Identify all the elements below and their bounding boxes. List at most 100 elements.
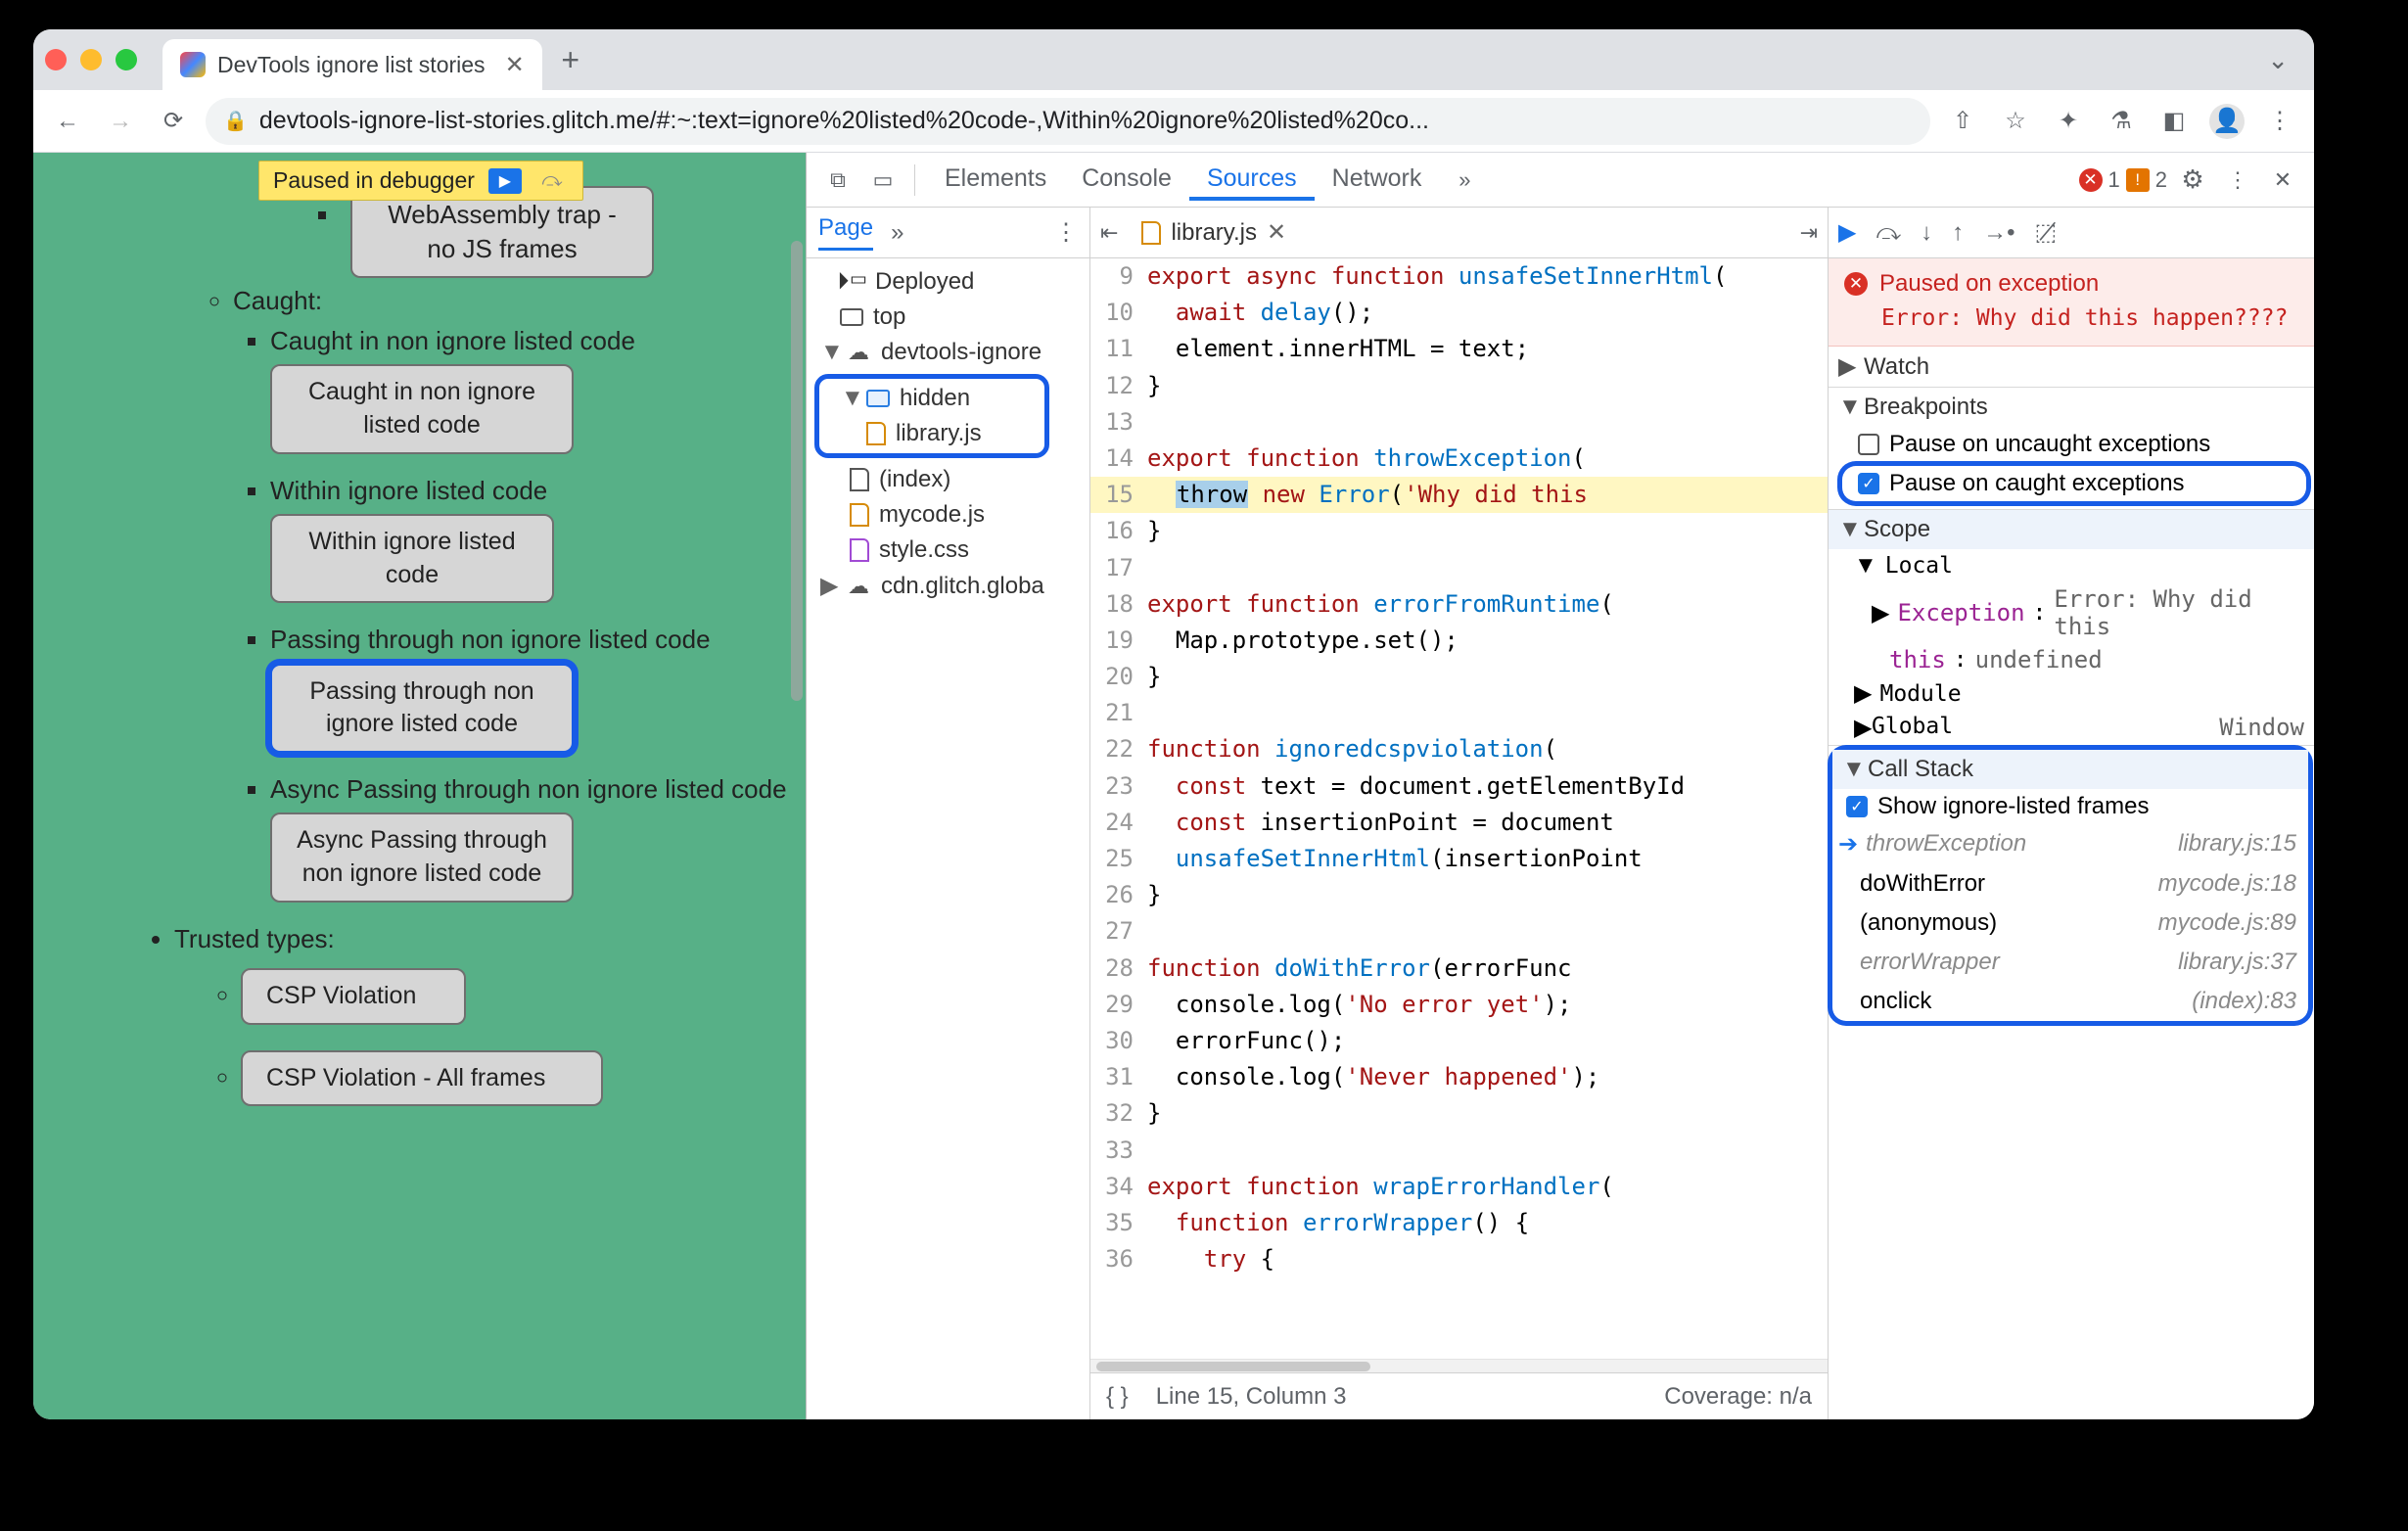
settings-gear-icon[interactable]: ⚙: [2173, 164, 2212, 195]
step-over-button[interactable]: ⤼: [1875, 219, 1901, 247]
pretty-print-icon[interactable]: { }: [1106, 1383, 1129, 1411]
navigator-overflow-icon[interactable]: »: [891, 219, 903, 247]
extensions-icon[interactable]: ✦: [2048, 101, 2089, 142]
maximize-window[interactable]: [116, 49, 137, 70]
tree-style-css[interactable]: style.css: [807, 533, 1089, 568]
close-editor-tab-icon[interactable]: ✕: [1267, 218, 1286, 247]
breakpoints-header[interactable]: ▼Breakpoints: [1829, 388, 2314, 427]
debugger-toolbar: ▶ ⤼ ↓ ↑ →• ⬚̸: [1829, 208, 2314, 258]
button-csp-violation-all[interactable]: CSP Violation - All frames: [241, 1050, 603, 1107]
error-icon: ✕: [1844, 272, 1868, 296]
tree-mycode-js[interactable]: mycode.js: [807, 497, 1089, 533]
new-tab-button[interactable]: +: [552, 42, 589, 78]
close-window[interactable]: [45, 49, 67, 70]
forward-button[interactable]: →: [100, 101, 141, 142]
navigator-menu-icon[interactable]: ⋮: [1054, 218, 1078, 247]
button-caught-nonignore[interactable]: Caught in non ignore listed code: [270, 364, 574, 454]
checkbox-checked[interactable]: ✓: [1846, 796, 1868, 817]
button-passing-through[interactable]: Passing through non ignore listed code: [270, 664, 574, 754]
caught-li-1: Caught in non ignore listed code: [270, 326, 635, 355]
url-text: devtools-ignore-list-stories.glitch.me/#…: [259, 107, 1429, 135]
call-stack-frame[interactable]: onclick(index):83: [1832, 982, 2308, 1021]
back-button[interactable]: ←: [47, 101, 88, 142]
panels-overflow-icon[interactable]: »: [1445, 167, 1484, 193]
window-controls: [45, 49, 137, 70]
cursor-position: Line 15, Column 3: [1156, 1383, 1347, 1411]
tree-library-js[interactable]: library.js: [823, 416, 1041, 451]
error-badge[interactable]: ✕ 1: [2079, 167, 2120, 193]
pause-caught-row[interactable]: ✓ Pause on caught exceptions: [1842, 466, 2306, 501]
step-over-icon[interactable]: ⤼: [535, 168, 569, 194]
call-stack-frame[interactable]: throwExceptionlibrary.js:15: [1832, 824, 2308, 864]
bookmark-icon[interactable]: ☆: [1995, 101, 2036, 142]
tree-index[interactable]: (index): [807, 462, 1089, 497]
button-csp-violation[interactable]: CSP Violation: [241, 968, 466, 1025]
step-into-button[interactable]: ↓: [1921, 219, 1932, 247]
device-toggle-icon[interactable]: ▭: [863, 167, 903, 193]
show-ignored-row[interactable]: ✓ Show ignore-listed frames: [1832, 789, 2308, 824]
paused-label: Paused in debugger: [273, 167, 475, 194]
code-editor[interactable]: 9export async function unsafeSetInnerHtm…: [1090, 258, 1828, 1359]
paused-on-exception-banner: ✕Paused on exception Error: Why did this…: [1829, 258, 2314, 347]
browser-tab[interactable]: DevTools ignore list stories ✕: [162, 39, 542, 90]
browser-toolbar: ← → ⟳ 🔒 devtools-ignore-list-stories.gli…: [33, 90, 2314, 153]
panel-sources[interactable]: Sources: [1189, 159, 1315, 201]
tree-hidden-highlight: ▼hidden library.js: [814, 374, 1049, 458]
resume-icon[interactable]: ▶: [488, 168, 522, 194]
button-within-ignore[interactable]: Within ignore listed code: [270, 514, 554, 604]
address-bar[interactable]: 🔒 devtools-ignore-list-stories.glitch.me…: [206, 98, 1930, 145]
call-stack-frame[interactable]: errorWrapperlibrary.js:37: [1832, 943, 2308, 982]
pause-uncaught-row[interactable]: Pause on uncaught exceptions: [1829, 427, 2314, 462]
resume-button[interactable]: ▶: [1838, 218, 1856, 247]
warning-badge[interactable]: ! 2: [2126, 167, 2167, 193]
scope-header[interactable]: ▼Scope: [1829, 510, 2314, 549]
profile-avatar[interactable]: 👤: [2206, 101, 2247, 142]
watch-section[interactable]: ▶Watch: [1829, 347, 2314, 388]
step-button[interactable]: →•: [1983, 219, 2014, 247]
deployed-icon: ⏵▭: [840, 271, 865, 293]
call-stack-frame[interactable]: (anonymous)mycode.js:89: [1832, 904, 2308, 943]
tree-domain[interactable]: ▼☁devtools-ignore: [807, 335, 1089, 370]
panel-network[interactable]: Network: [1315, 159, 1440, 201]
button-async-passing[interactable]: Async Passing through non ignore listed …: [270, 812, 574, 903]
devtools-close-icon[interactable]: ✕: [2263, 167, 2302, 193]
panel-elements[interactable]: Elements: [927, 159, 1064, 201]
sidepanel-icon[interactable]: ◧: [2153, 101, 2195, 142]
step-out-button[interactable]: ↑: [1952, 219, 1964, 247]
call-stack-section: ▼Call Stack ✓ Show ignore-listed frames …: [1832, 750, 2308, 1021]
scope-module[interactable]: ▶Module: [1829, 676, 2314, 711]
checkbox-checked[interactable]: ✓: [1858, 473, 1879, 494]
tree-deployed[interactable]: ⏵▭Deployed: [807, 264, 1089, 300]
panel-console[interactable]: Console: [1064, 159, 1189, 201]
scope-exception[interactable]: ▶Exception: Error: Why did this: [1829, 582, 2314, 643]
editor-horizontal-scrollbar[interactable]: [1090, 1359, 1828, 1372]
scope-local[interactable]: ▼Local: [1829, 549, 2314, 582]
scope-global[interactable]: ▶GlobalWindow: [1829, 711, 2314, 745]
minimize-window[interactable]: [80, 49, 102, 70]
breakpoints-section: ▼Breakpoints Pause on uncaught exception…: [1829, 388, 2314, 510]
call-stack-header[interactable]: ▼Call Stack: [1832, 750, 2308, 789]
tree-top[interactable]: top: [807, 300, 1089, 335]
exception-title: Paused on exception: [1879, 270, 2099, 298]
tab-title: DevTools ignore list stories: [217, 52, 486, 78]
page-list: WebAssembly trap - no JS frames Caught: …: [78, 180, 807, 1102]
tab-strip: DevTools ignore list stories ✕ + ⌄: [33, 29, 2314, 90]
browser-menu-icon[interactable]: ⋮: [2259, 101, 2300, 142]
tabs-overflow-icon[interactable]: ⌄: [2253, 45, 2302, 75]
share-icon[interactable]: ⇧: [1942, 101, 1983, 142]
inspect-icon[interactable]: ⧉: [818, 167, 857, 193]
toggle-debugger-icon[interactable]: ⇥: [1800, 220, 1818, 246]
labs-icon[interactable]: ⚗: [2101, 101, 2142, 142]
call-stack-frame[interactable]: doWithErrormycode.js:18: [1832, 864, 2308, 904]
tab-close-icon[interactable]: ✕: [505, 51, 525, 79]
error-icon: ✕: [2079, 168, 2103, 192]
deactivate-breakpoints-button[interactable]: ⬚̸: [2035, 218, 2058, 247]
devtools-menu-icon[interactable]: ⋮: [2218, 167, 2257, 193]
navigator-tab-page[interactable]: Page: [818, 214, 873, 251]
tree-cdn[interactable]: ▶☁cdn.glitch.globa: [807, 568, 1089, 604]
checkbox-unchecked[interactable]: [1858, 434, 1879, 455]
reload-button[interactable]: ⟳: [153, 101, 194, 142]
tree-folder-hidden[interactable]: ▼hidden: [823, 381, 1041, 416]
editor-tab-library[interactable]: library.js ✕: [1132, 214, 1296, 251]
toggle-navigator-icon[interactable]: ⇤: [1100, 220, 1118, 246]
